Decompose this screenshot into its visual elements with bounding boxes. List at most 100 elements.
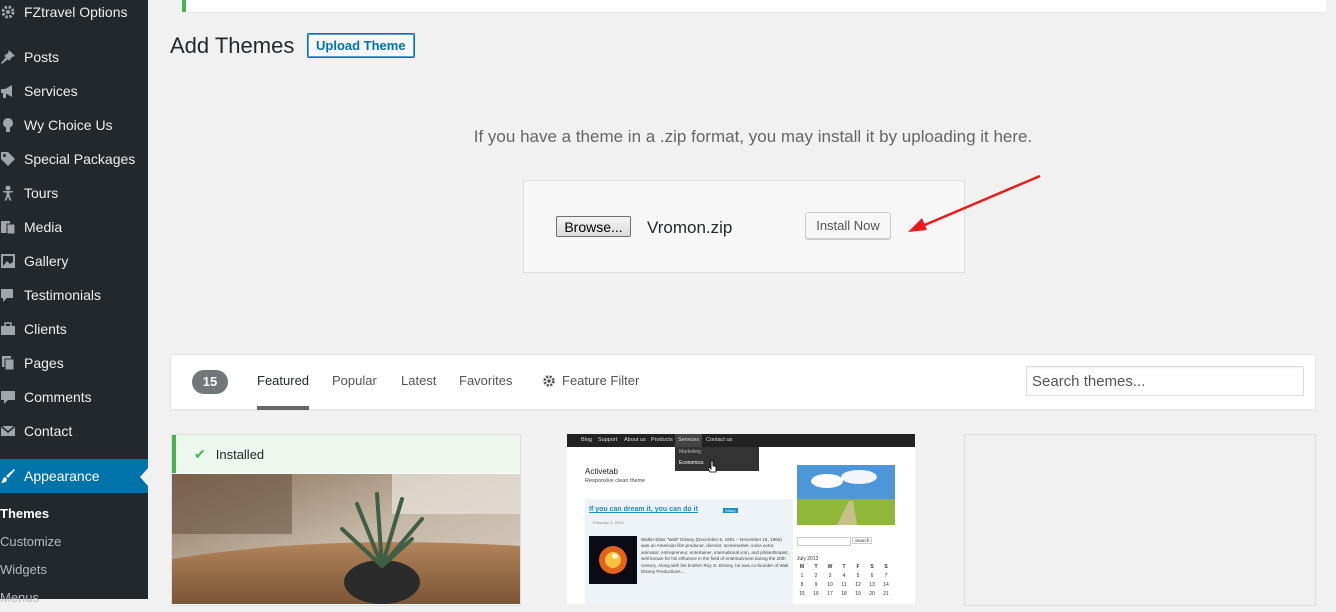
- tab-latest[interactable]: Latest: [401, 355, 436, 406]
- preview-calendar-title: July 2013: [797, 556, 819, 562]
- preview-post-excerpt: Walter Elias "Walt" Disney (December 5, …: [641, 537, 789, 575]
- sidebar-item-label: Contact: [24, 423, 73, 439]
- browse-button[interactable]: Browse...: [556, 216, 631, 237]
- gear-icon: [0, 0, 24, 29]
- sidebar-item-fztravel-options[interactable]: FZtravel Options: [0, 0, 148, 29]
- tag-icon: [0, 142, 24, 176]
- preview-calendar-day: 20: [869, 591, 875, 597]
- sidebar-item-label: Testimonials: [24, 287, 102, 303]
- admin-notice: [182, 0, 1326, 12]
- preview-calendar-day: 16: [813, 591, 819, 597]
- upload-theme-button[interactable]: Upload Theme: [307, 33, 415, 58]
- preview-nav-item: Contact us: [706, 437, 733, 443]
- preview-post-title: If you can dream it, you can do it: [589, 506, 698, 513]
- preview-calendar-day: 19: [855, 591, 861, 597]
- preview-calendar-day: 3: [828, 573, 832, 579]
- preview-calendar-day: 9: [814, 582, 818, 588]
- briefcase-icon: [0, 312, 24, 346]
- mail-icon: [0, 414, 24, 448]
- sidebar-item-label: Wy Choice Us: [24, 117, 113, 133]
- sidebar-item-gallery[interactable]: Gallery: [0, 244, 148, 278]
- submenu-widgets[interactable]: Widgets: [0, 556, 47, 584]
- sidebar-item-wy-choice-us[interactable]: Wy Choice Us: [0, 108, 148, 142]
- sidebar-item-comments[interactable]: Comments: [0, 380, 148, 414]
- sidebar-item-media[interactable]: Media: [0, 210, 148, 244]
- gear-icon: [542, 374, 556, 388]
- install-now-button[interactable]: Install Now: [805, 212, 891, 239]
- preview-calendar-day: 8: [800, 582, 804, 588]
- preview-calendar-day: 12: [855, 582, 861, 588]
- installed-label: Installed: [215, 446, 265, 462]
- installed-notice: ✔ Installed: [172, 435, 520, 473]
- feature-filter-label: Feature Filter: [562, 373, 640, 388]
- sidebar-item-tours[interactable]: Tours: [0, 176, 148, 210]
- preview-dropdown-item: Economics: [679, 460, 704, 466]
- page-title: Add Themes: [170, 33, 295, 58]
- sidebar-item-label: Gallery: [24, 253, 69, 269]
- preview-sticky-tag: Sticky: [723, 508, 738, 513]
- submenu-customize[interactable]: Customize: [0, 528, 61, 556]
- megaphone-icon: [0, 74, 24, 108]
- preview-nav: Blog Support About us Products Services …: [567, 434, 915, 447]
- preview-calendar-day: 5: [856, 573, 860, 579]
- preview-calendar-day: 14: [883, 582, 889, 588]
- theme-card-placeholder[interactable]: [964, 434, 1316, 606]
- preview-tagline: Responsive clean theme: [585, 478, 646, 484]
- sidebar-item-label: Special Packages: [24, 151, 136, 167]
- brush-icon: [0, 459, 24, 493]
- preview-calendar-day: 11: [841, 582, 847, 588]
- theme-screenshot: [172, 474, 520, 604]
- sidebar-item-contact[interactable]: Contact: [0, 414, 148, 448]
- preview-calendar-weekday: T: [842, 564, 846, 570]
- sidebar-item-posts[interactable]: Posts: [0, 40, 148, 74]
- sidebar-item-label: FZtravel Options: [24, 4, 128, 20]
- sidebar-item-special-packages[interactable]: Special Packages: [0, 142, 148, 176]
- theme-card-installed[interactable]: ✔ Installed: [171, 434, 521, 606]
- tab-featured[interactable]: Featured: [257, 355, 310, 410]
- preview-calendar-day: 21: [883, 591, 889, 597]
- theme-filter-bar: 15 Featured Popular Latest Favorites Fea…: [170, 354, 1316, 410]
- lightbulb-icon: [0, 108, 24, 142]
- preview-calendar-weekday: T: [814, 564, 818, 570]
- sidebar-item-appearance[interactable]: Appearance: [0, 459, 148, 493]
- media-icon: [0, 210, 24, 244]
- feature-filter-button[interactable]: Feature Filter: [542, 355, 639, 407]
- preview-calendar-day: 18: [841, 591, 847, 597]
- sidebar-item-label: Comments: [24, 389, 92, 405]
- checkmark-icon: ✔: [194, 445, 206, 462]
- sidebar-item-testimonials[interactable]: Testimonials: [0, 278, 148, 312]
- preview-calendar-weekday: S: [884, 564, 888, 570]
- sidebar-item-label: Clients: [24, 321, 67, 337]
- preview-site-title: Activetab: [585, 467, 618, 476]
- preview-calendar-day: 2: [814, 573, 818, 579]
- preview-calendar-day: 1: [800, 573, 804, 579]
- preview-post-meta: February 4, 2013: [593, 520, 624, 525]
- tab-popular[interactable]: Popular: [332, 355, 377, 406]
- preview-calendar-day: 13: [869, 582, 875, 588]
- preview-nav-item: Support: [598, 437, 618, 443]
- preview-search-button: Search: [852, 537, 873, 544]
- annotation-arrow-icon: [908, 174, 1041, 232]
- submenu-menus[interactable]: Menus: [0, 584, 39, 612]
- sidebar-item-clients[interactable]: Clients: [0, 312, 148, 346]
- preview-calendar-weekday: F: [856, 564, 860, 570]
- pages-icon: [0, 346, 24, 380]
- tab-favorites[interactable]: Favorites: [459, 355, 512, 406]
- person-icon: [0, 176, 24, 210]
- sidebar-item-services[interactable]: Services: [0, 74, 148, 108]
- theme-card-activetab[interactable]: Blog Support About us Products Services …: [567, 434, 915, 604]
- preview-post-image: [589, 536, 637, 584]
- sidebar-item-pages[interactable]: Pages: [0, 346, 148, 380]
- preview-calendar-day: 17: [827, 591, 833, 597]
- preview-calendar-weekday: M: [799, 564, 805, 570]
- sidebar-item-label: Pages: [24, 355, 64, 371]
- preview-calendar-weekday: W: [827, 564, 833, 570]
- submenu-themes[interactable]: Themes: [0, 500, 49, 528]
- preview-nav-item: Blog: [581, 437, 593, 443]
- preview-sidebar-image: [797, 465, 895, 525]
- preview-calendar-day: 15: [799, 591, 805, 597]
- hand-cursor-icon: [708, 460, 717, 473]
- upload-form: Browse... Vromon.zip Install Now: [523, 180, 965, 273]
- search-themes-input[interactable]: [1026, 366, 1304, 396]
- theme-count-badge: 15: [192, 370, 228, 394]
